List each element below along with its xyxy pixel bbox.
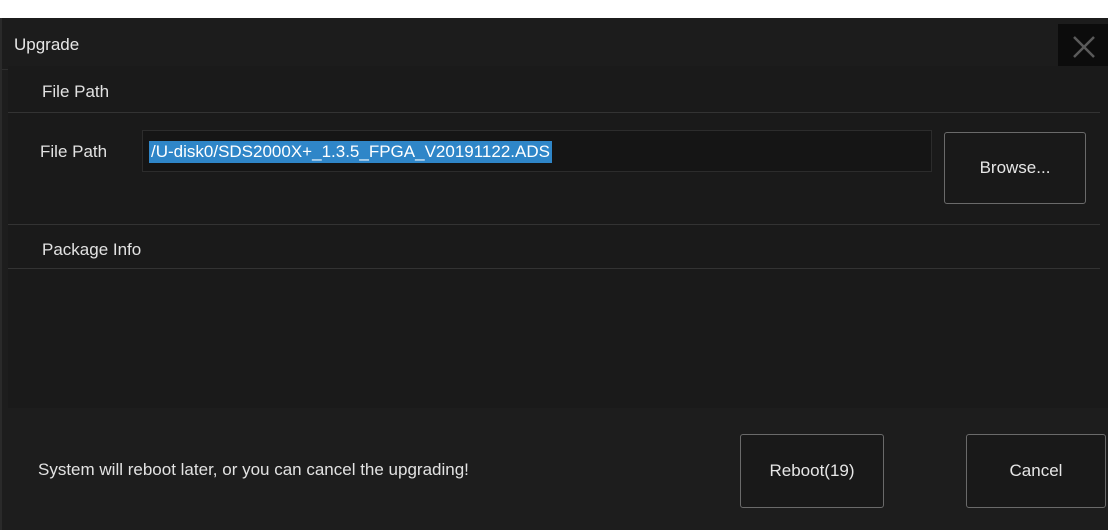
cancel-button-label: Cancel [1009,461,1063,480]
package-info-heading: Package Info [42,240,142,259]
file-path-divider [8,112,1100,113]
close-icon [1073,36,1095,58]
reboot-button[interactable]: Reboot(19) [740,434,884,508]
reboot-button-label: Reboot(19) [769,461,855,480]
reboot-status-message: System will reboot later, or you can can… [38,460,469,479]
file-path-value: /U-disk0/SDS2000X+_1.3.5_FPGA_V20191122.… [149,141,552,163]
close-button[interactable] [1058,24,1108,70]
package-info-divider [8,268,1100,269]
package-info-top-divider [8,224,1100,225]
dialog-titlebar: Upgrade [2,18,1108,70]
file-path-input[interactable]: /U-disk0/SDS2000X+_1.3.5_FPGA_V20191122.… [142,130,932,172]
dialog-body-panel [8,66,1108,408]
cancel-button[interactable]: Cancel [966,434,1106,508]
browse-button[interactable]: Browse... [944,132,1086,204]
file-path-field-label: File Path [40,142,108,161]
dialog-title: Upgrade [14,35,80,54]
browse-button-label: Browse... [979,158,1051,177]
file-path-heading: File Path [42,82,110,101]
